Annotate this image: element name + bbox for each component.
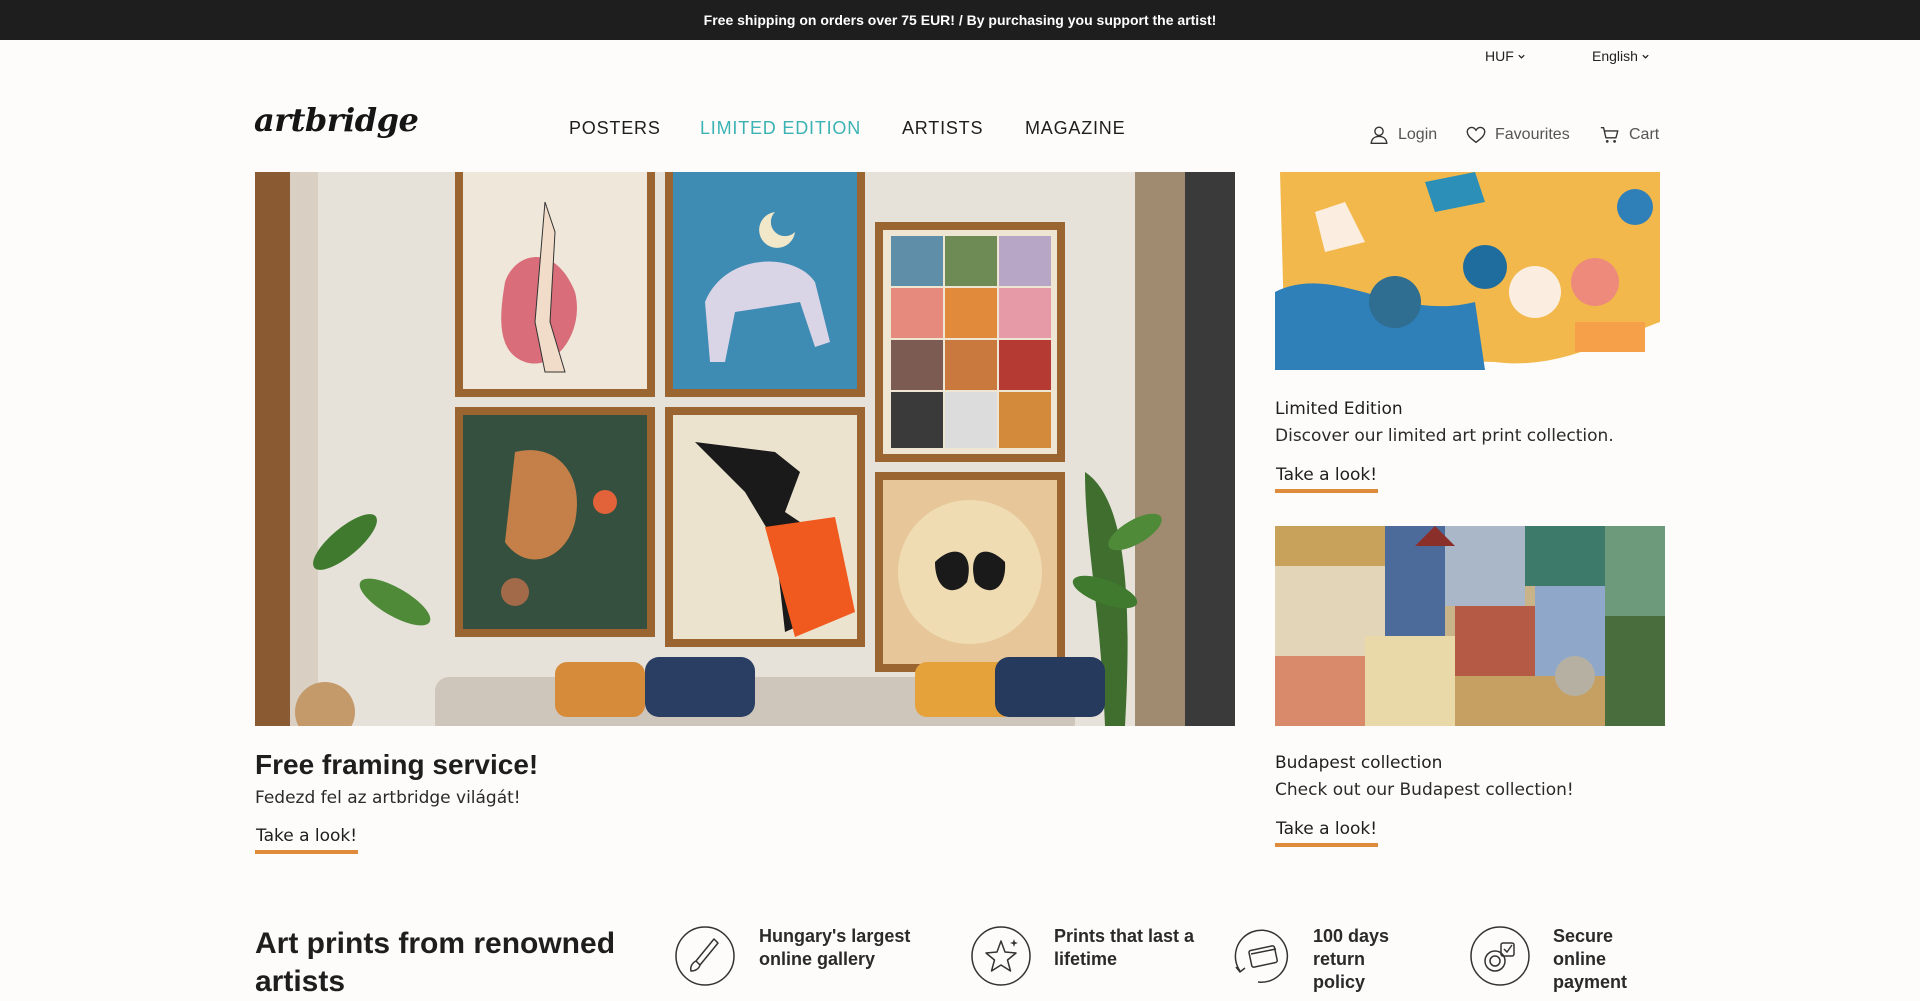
budapest-collection-subtitle: Check out our Budapest collection!: [1275, 780, 1574, 800]
announcement-bar: Free shipping on orders over 75 EUR! / B…: [0, 0, 1920, 40]
hero-image[interactable]: [255, 172, 1235, 726]
chevron-down-icon: [1518, 54, 1525, 59]
hero-cta-link[interactable]: Take a look!: [255, 826, 359, 854]
limited-edition-cta-link[interactable]: Take a look!: [1275, 465, 1379, 493]
nav-artists[interactable]: ARTISTS: [902, 118, 983, 139]
feature-return-policy: 100 days return policy: [1313, 926, 1390, 992]
budapest-collection-image[interactable]: [1275, 526, 1665, 726]
user-icon: [1370, 126, 1388, 144]
return-card-icon: [1234, 929, 1289, 983]
limited-edition-subtitle: Discover our limited art print collectio…: [1275, 426, 1614, 446]
nav-magazine[interactable]: MAGAZINE: [1025, 118, 1125, 139]
feature-prints-lifetime: Prints that last a lifetime: [1054, 926, 1195, 969]
favourites-link[interactable]: Favourites: [1465, 124, 1570, 146]
budapest-collection-title: Budapest collection: [1275, 753, 1443, 773]
budapest-collection-cta-link[interactable]: Take a look!: [1275, 819, 1379, 847]
login-link[interactable]: Login: [1368, 124, 1437, 146]
brand-logo[interactable]: artbridge: [254, 104, 419, 136]
hero-title: Free framing service!: [255, 749, 539, 780]
feature-largest-gallery: Hungary's largest online gallery: [759, 926, 911, 969]
nav-limited-edition[interactable]: LIMITED EDITION: [700, 118, 861, 139]
brush-icon: [675, 926, 735, 986]
cart-icon: [1600, 126, 1619, 143]
limited-edition-image[interactable]: [1275, 172, 1665, 370]
feature-secure-payment: Secure online payment: [1553, 926, 1628, 992]
hero-subtitle: Fedezd fel az artbridge világát!: [255, 788, 521, 808]
favourites-label: Favourites: [1495, 126, 1570, 143]
currency-label: HUF: [1485, 48, 1514, 64]
currency-selector[interactable]: HUF: [1485, 48, 1526, 64]
cart-label: Cart: [1629, 126, 1660, 143]
language-label: English: [1592, 48, 1638, 64]
sparkle-star-icon: [971, 926, 1031, 986]
announcement-text: Free shipping on orders over 75 EUR! / B…: [703, 12, 1217, 28]
chevron-down-icon: [1642, 54, 1649, 59]
secure-payment-icon: [1470, 926, 1530, 986]
heart-icon: [1466, 126, 1486, 144]
nav-posters[interactable]: POSTERS: [569, 118, 661, 139]
cart-link[interactable]: Cart: [1599, 124, 1659, 146]
login-label: Login: [1398, 126, 1438, 143]
language-selector[interactable]: English: [1592, 48, 1650, 64]
intro-title: Art prints from renowned artists: [255, 927, 616, 998]
limited-edition-title: Limited Edition: [1275, 399, 1403, 419]
